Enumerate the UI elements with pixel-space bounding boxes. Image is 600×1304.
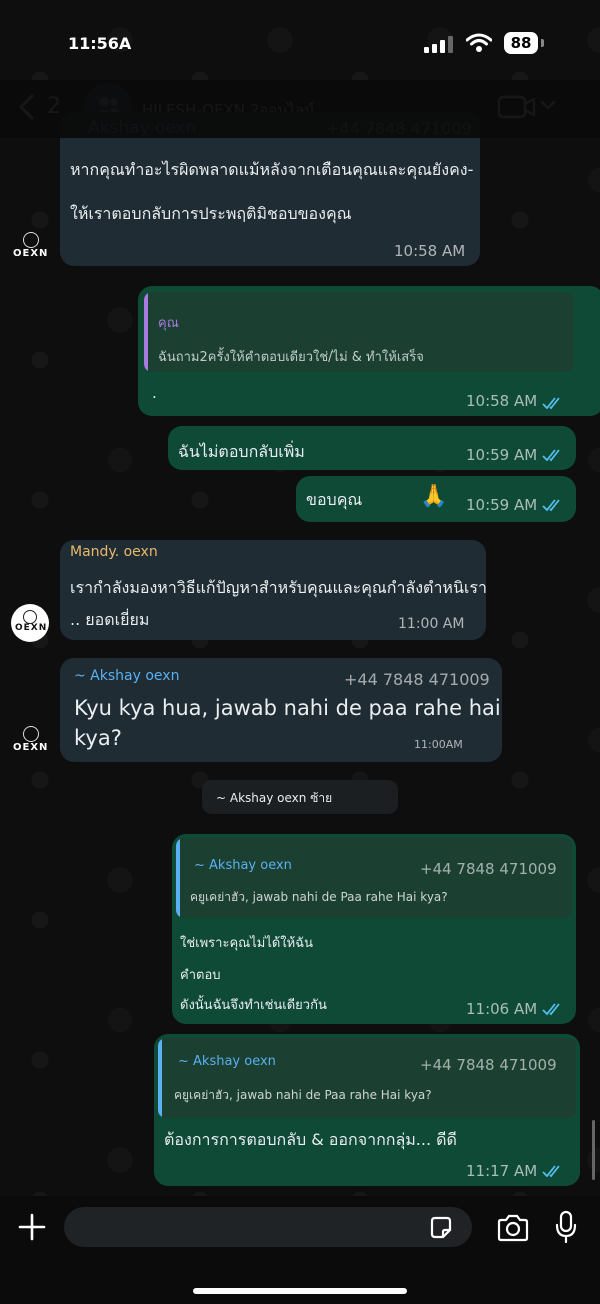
status-bar: 11:56A 88 bbox=[0, 0, 600, 80]
message-sender-phone: +44 7848 471009 bbox=[344, 670, 490, 689]
scrollbar[interactable] bbox=[592, 1120, 595, 1180]
message-sender: Mandy. oexn bbox=[70, 544, 158, 560]
unread-count[interactable]: 2 bbox=[47, 94, 61, 119]
message-sender-phone: +44 7848 471009 bbox=[326, 119, 472, 138]
message-text: ขอบคุณ bbox=[306, 490, 363, 509]
microphone-icon[interactable] bbox=[554, 1210, 578, 1244]
reply-quote[interactable]: ~ Akshay oexn +44 7848 471009 คยูเคย่าฮั… bbox=[158, 1038, 576, 1118]
message-input[interactable] bbox=[64, 1207, 472, 1247]
chevron-down-icon[interactable] bbox=[540, 98, 556, 112]
message-outgoing[interactable]: ~ Akshay oexn +44 7848 471009 คยูเคย่าฮั… bbox=[154, 1034, 580, 1186]
message-text: ดังนั้นฉันจึงทำเช่นเดียวกัน bbox=[180, 998, 327, 1013]
sender-avatar[interactable]: OEXN bbox=[12, 724, 50, 762]
read-receipt-icon bbox=[542, 1003, 560, 1016]
message-text: หากคุณทำอะไรผิดพลาดแม้หลังจากเตือนคุณและ… bbox=[70, 160, 474, 179]
quote-text: คยูเคย่าฮัว, jawab nahi de Paa rahe Hai … bbox=[190, 890, 448, 904]
battery-tip bbox=[541, 39, 544, 47]
wifi-icon bbox=[466, 33, 492, 52]
message-time: 11:17 AM bbox=[466, 1162, 538, 1180]
battery-indicator: 88 bbox=[504, 32, 538, 54]
quote-text: ฉันถาม2ครั้งให้คำตอบเดียวใช่/ไม่ & ทำให้… bbox=[158, 350, 424, 365]
camera-icon[interactable] bbox=[496, 1214, 530, 1242]
message-incoming[interactable]: Mandy. oexn เรากำลังมองหาวิธีแก้ปัญหาสำห… bbox=[60, 540, 487, 640]
quote-text: คยูเคย่าฮัว, jawab nahi de Paa rahe Hai … bbox=[174, 1088, 432, 1102]
plus-icon[interactable] bbox=[18, 1213, 46, 1241]
message-incoming[interactable]: Akshay oexn +44 7848 471009 หากคุณทำอะไร… bbox=[60, 112, 480, 266]
message-sender: ~ Akshay oexn bbox=[74, 668, 180, 684]
sticker-icon[interactable] bbox=[428, 1215, 454, 1241]
quote-author: ~ Akshay oexn bbox=[194, 858, 292, 873]
home-indicator[interactable] bbox=[193, 1288, 407, 1294]
video-call-icon[interactable] bbox=[497, 94, 537, 120]
system-notice-text: ~ Akshay oexn ซ้าย bbox=[216, 791, 333, 805]
message-text: kya? bbox=[74, 726, 122, 750]
reply-quote[interactable]: ~ Akshay oexn +44 7848 471009 คยูเคย่าฮั… bbox=[176, 838, 572, 918]
message-text: .. ยอดเยี่ยม bbox=[70, 610, 150, 629]
message-text: . bbox=[152, 384, 157, 402]
sender-avatar[interactable]: OEXN bbox=[11, 604, 49, 642]
message-text: ใช่เพราะคุณไม่ได้ให้ฉัน bbox=[180, 936, 313, 951]
message-sender: Akshay oexn bbox=[88, 118, 197, 138]
system-notice: ~ Akshay oexn ซ้าย bbox=[202, 780, 398, 814]
message-time: 10:59 AM bbox=[466, 446, 538, 464]
message-time: 10:58 AM bbox=[394, 242, 466, 260]
message-text: คำตอบ bbox=[180, 968, 221, 983]
reply-quote[interactable]: คุณ ฉันถาม2ครั้งให้คำตอบเดียวใช่/ไม่ & ท… bbox=[144, 292, 574, 372]
message-time: 10:59 AM bbox=[466, 496, 538, 514]
praying-hands-emoji: 🙏 bbox=[420, 484, 448, 509]
status-time: 11:56A bbox=[68, 34, 132, 53]
message-text: ฉันไม่ตอบกลับเพิ่ม bbox=[178, 442, 305, 461]
message-text: ให้เราตอบกลับการประพฤติมิชอบของคุณ bbox=[70, 204, 352, 223]
quote-phone: +44 7848 471009 bbox=[420, 860, 557, 878]
message-text: ต้องการการตอบกลับ & ออกจากกลุ่ม... ดีดี bbox=[164, 1130, 457, 1149]
message-text: เรากำลังมองหาวิธีแก้ปัญหาสำหรับคุณและคุณ… bbox=[70, 578, 487, 597]
message-outgoing[interactable]: ~ Akshay oexn +44 7848 471009 คยูเคย่าฮั… bbox=[172, 834, 576, 1024]
quote-phone: +44 7848 471009 bbox=[420, 1056, 557, 1074]
message-outgoing[interactable]: ขอบคุณ 🙏 10:59 AM bbox=[296, 476, 576, 522]
read-receipt-icon bbox=[542, 397, 560, 410]
quote-author: คุณ bbox=[158, 316, 179, 331]
message-time: 10:58 AM bbox=[466, 392, 538, 410]
message-time: 11:00AM bbox=[414, 738, 463, 751]
back-chevron-icon[interactable] bbox=[16, 93, 36, 121]
message-outgoing[interactable]: ฉันไม่ตอบกลับเพิ่ม 10:59 AM bbox=[168, 426, 576, 470]
read-receipt-icon bbox=[542, 449, 560, 462]
read-receipt-icon bbox=[542, 1165, 560, 1178]
quote-author: ~ Akshay oexn bbox=[178, 1054, 276, 1069]
message-outgoing[interactable]: คุณ ฉันถาม2ครั้งให้คำตอบเดียวใช่/ไม่ & ท… bbox=[138, 286, 600, 416]
cellular-signal-icon bbox=[424, 35, 458, 53]
message-time: 11:06 AM bbox=[466, 1000, 538, 1018]
read-receipt-icon bbox=[542, 499, 560, 512]
message-incoming[interactable]: ~ Akshay oexn +44 7848 471009 Kyu kya hu… bbox=[60, 658, 502, 762]
message-text: Kyu kya hua, jawab nahi de paa rahe hai bbox=[74, 696, 501, 720]
message-time: 11:00 AM bbox=[398, 616, 465, 632]
sender-avatar[interactable]: OEXN bbox=[12, 230, 50, 268]
